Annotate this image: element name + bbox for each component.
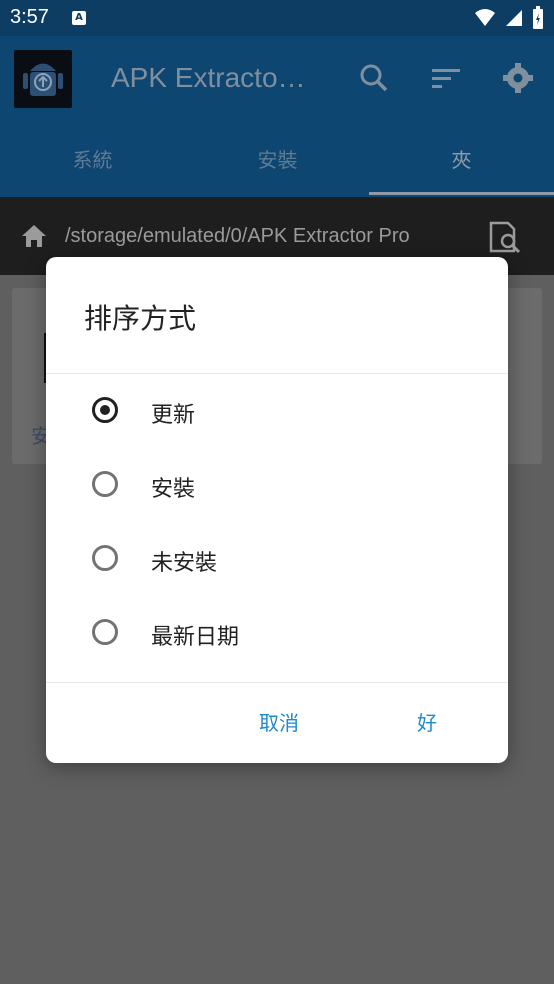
sort-icon[interactable]	[430, 62, 462, 94]
sort-option-label: 安裝	[151, 477, 196, 502]
ok-button[interactable]: 好	[417, 707, 437, 736]
cancel-button[interactable]: 取消	[259, 707, 299, 736]
sort-dialog: 排序方式 更新 安裝 未安裝 最新日期 取消 好	[46, 257, 508, 763]
tab-folder[interactable]: 夾	[369, 124, 554, 197]
tab-bar: 系統 安裝 夾	[0, 124, 554, 197]
sort-option-label: 未安裝	[151, 551, 218, 576]
app-bar: APK Extracto…	[0, 36, 554, 124]
home-icon[interactable]	[20, 223, 48, 249]
sort-option-updated[interactable]: 更新	[46, 377, 508, 447]
folder-search-icon[interactable]	[488, 219, 524, 255]
sort-option-installed[interactable]: 安裝	[46, 451, 508, 521]
sort-option-label: 更新	[151, 403, 196, 428]
search-icon[interactable]	[358, 62, 390, 94]
radio-button[interactable]	[92, 619, 118, 645]
dialog-title: 排序方式	[84, 302, 197, 335]
app-logo	[14, 50, 72, 108]
radio-button-checked[interactable]	[92, 397, 118, 423]
dialog-divider-bottom	[46, 682, 508, 683]
android-robot-icon	[23, 63, 63, 96]
gear-icon[interactable]	[502, 62, 534, 94]
signal-icon	[506, 10, 522, 26]
tab-system[interactable]: 系統	[0, 124, 185, 197]
status-time: 3:57	[10, 6, 49, 28]
battery-icon	[533, 6, 543, 29]
tab-installed[interactable]: 安裝	[185, 124, 370, 197]
notification-icon: A	[72, 11, 86, 25]
radio-button[interactable]	[92, 545, 118, 571]
sort-option-latest-date[interactable]: 最新日期	[46, 599, 508, 669]
dialog-divider-top	[46, 373, 508, 374]
radio-button[interactable]	[92, 471, 118, 497]
status-bar: 3:57 A	[0, 0, 554, 36]
tab-indicator	[369, 192, 554, 195]
current-path: /storage/emulated/0/APK Extractor Pro	[65, 225, 410, 247]
sort-option-label: 最新日期	[151, 625, 240, 650]
app-title: APK Extracto…	[111, 62, 306, 93]
sort-option-uninstalled[interactable]: 未安裝	[46, 525, 508, 595]
wifi-icon	[475, 9, 495, 26]
